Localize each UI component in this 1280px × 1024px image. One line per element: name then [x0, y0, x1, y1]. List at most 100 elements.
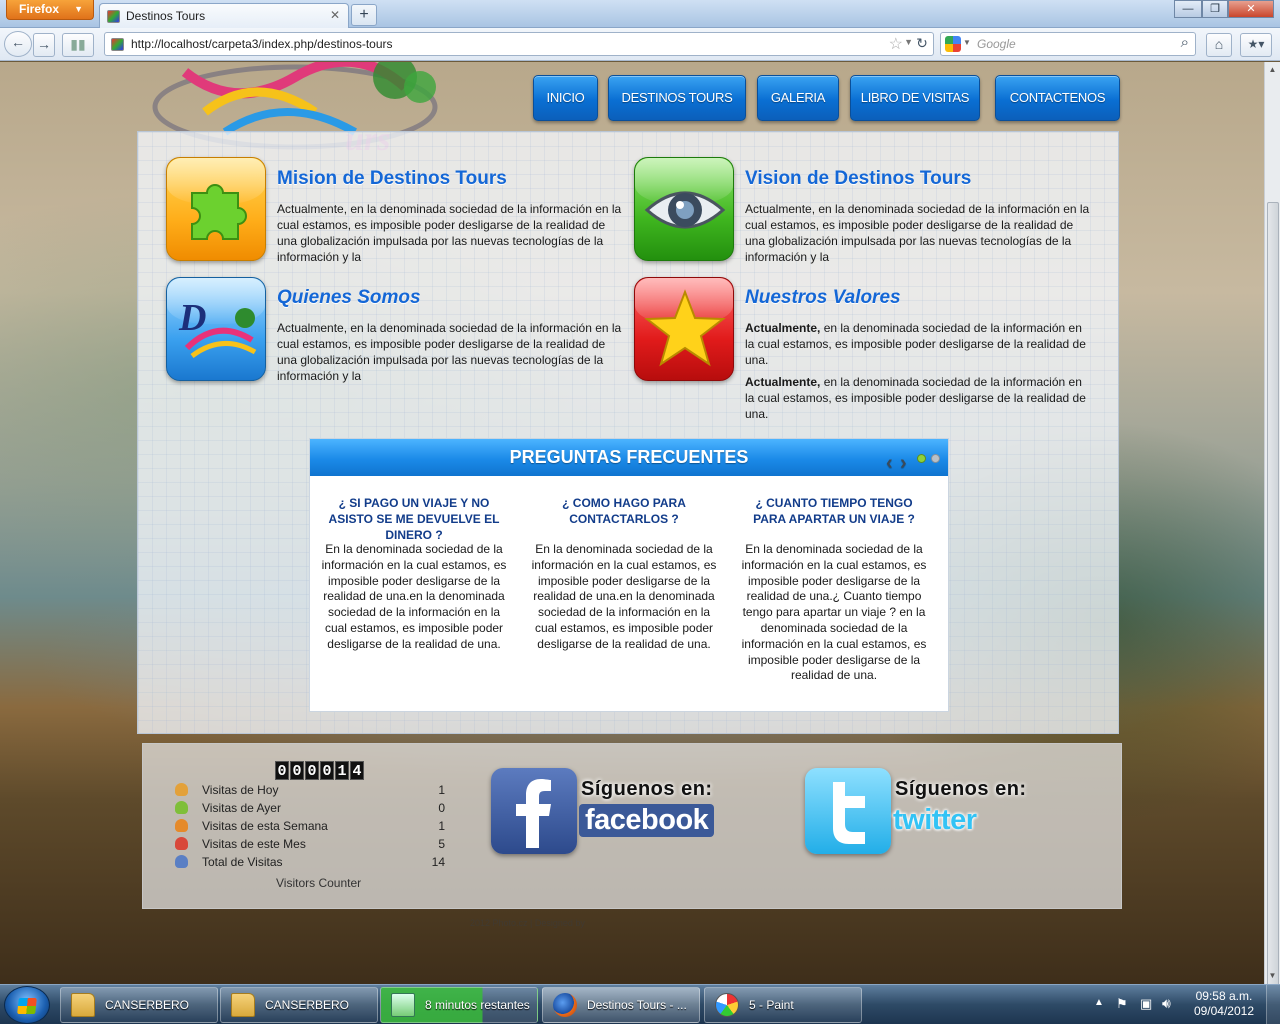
firefox-menu-button[interactable]: Firefox ▼ — [6, 0, 94, 20]
close-tab-icon[interactable]: ✕ — [330, 8, 340, 22]
visit-stat-row: Total de Visitas 14 — [175, 854, 445, 872]
windows-taskbar: CANSERBERO CANSERBERO 8 minutos restante… — [0, 984, 1280, 1024]
footer-panel: 000014 Visitas de Hoy 1 Visitas de Ayer 0 Vi… — [142, 743, 1122, 909]
twitter-icon — [805, 768, 891, 854]
chevron-down-icon[interactable]: ▼ — [963, 38, 971, 47]
counter-digit: 0 — [275, 761, 289, 780]
search-placeholder: Google — [977, 37, 1016, 51]
destinos-logo-icon: D — [166, 277, 266, 381]
twitter-follow-text: Síguenos en: — [895, 778, 1027, 800]
favicon-icon — [111, 38, 124, 51]
chevron-right-icon[interactable]: › — [900, 445, 907, 481]
forward-button[interactable]: → — [33, 33, 55, 57]
visit-stat-row: Visitas de Ayer 0 — [175, 800, 445, 818]
nav-contactenos[interactable]: CONTACTENOS — [995, 75, 1120, 121]
reload-icon[interactable]: ↻ — [911, 34, 933, 54]
facebook-follow-text: Síguenos en: — [581, 778, 713, 800]
back-button[interactable]: ← — [4, 31, 32, 57]
bookmarks-menu-icon[interactable]: ★▾ — [1240, 33, 1272, 57]
mision-text: Actualmente, en la denominada sociedad d… — [277, 202, 622, 264]
page-info-icon[interactable]: ▮▮ — [62, 33, 94, 57]
home-icon[interactable]: ⌂ — [1206, 33, 1232, 57]
vision-title: Vision de Destinos Tours — [745, 168, 972, 189]
taskbar-clock[interactable]: 09:58 a.m. 09/04/2012 — [1194, 989, 1254, 1019]
counter-digit: 0 — [320, 761, 334, 780]
user-icon — [175, 837, 188, 850]
taskbar-item-folder-1[interactable]: CANSERBERO — [60, 987, 218, 1023]
slide-dot-active[interactable] — [917, 454, 926, 463]
show-hidden-icons-icon[interactable]: ▲ — [1094, 997, 1104, 1008]
browser-tab[interactable]: Destinos Tours ✕ — [99, 3, 349, 28]
visit-stat-value: 5 — [438, 837, 445, 851]
faq-slider: PREGUNTAS FRECUENTES ‹ › ¿ SI PAGO UN VI… — [309, 438, 949, 712]
chevron-left-icon[interactable]: ‹ — [886, 445, 893, 481]
nav-inicio[interactable]: INICIO — [533, 75, 598, 121]
visit-stat-row: Visitas de Hoy 1 — [175, 782, 445, 800]
slide-dot[interactable] — [931, 454, 940, 463]
nav-galeria[interactable]: GALERIA — [757, 75, 839, 121]
search-input[interactable]: ▼ Google ⌕ — [940, 32, 1196, 56]
volume-icon[interactable]: 🔊︎ — [1162, 995, 1171, 1012]
facebook-brand-text: facebook — [579, 804, 715, 837]
visit-stat-value: 0 — [438, 801, 445, 815]
nav-destinos-tours[interactable]: DESTINOS TOURS — [608, 75, 746, 121]
system-tray: ▲ ⚑ ▣ 🔊︎ 09:58 a.m. 09/04/2012 — [1084, 985, 1280, 1024]
start-button[interactable] — [4, 986, 50, 1024]
taskbar-item-label: CANSERBERO — [105, 998, 190, 1012]
visit-stat-label: Visitas de este Mes — [202, 837, 306, 851]
eye-icon — [634, 157, 734, 261]
nav-libro-de-visitas[interactable]: LIBRO DE VISITAS — [850, 75, 980, 121]
maximize-button[interactable]: ❐ — [1202, 0, 1228, 18]
valores-p1-bold: Actualmente, — [745, 321, 821, 335]
close-window-button[interactable]: ✕ — [1228, 0, 1274, 18]
clock-time: 09:58 a.m. — [1195, 989, 1253, 1003]
url-bar[interactable]: http://localhost/carpeta3/index.php/dest… — [104, 32, 934, 56]
chevron-down-icon: ▼ — [74, 4, 83, 14]
bookmark-star-icon[interactable]: ☆ — [889, 34, 903, 54]
scroll-thumb[interactable] — [1267, 202, 1279, 1024]
visit-stat-label: Visitas de esta Semana — [202, 819, 328, 833]
scroll-down-icon[interactable]: ▼ — [1265, 968, 1280, 984]
favicon-icon — [107, 10, 120, 23]
taskbar-item-folder-2[interactable]: CANSERBERO — [220, 987, 378, 1023]
faq-title: PREGUNTAS FRECUENTES — [509, 447, 749, 467]
counter-digit: 4 — [350, 761, 364, 780]
scroll-up-icon[interactable]: ▲ — [1265, 62, 1280, 78]
faq-answer: En la denominada sociedad de la informac… — [531, 542, 717, 651]
taskbar-item-label: Destinos Tours - ... — [587, 998, 687, 1012]
twitter-follow-button[interactable]: Síguenos en: twitter — [795, 768, 1045, 858]
taskbar-item-firefox[interactable]: Destinos Tours - ... — [542, 987, 700, 1023]
faq-header: PREGUNTAS FRECUENTES ‹ › — [310, 439, 948, 476]
new-tab-button[interactable]: + — [351, 4, 377, 26]
valores-text: Actualmente, en la denominada sociedad d… — [745, 320, 1090, 428]
page-scrollbar[interactable]: ▲ ▼ — [1264, 62, 1280, 1024]
vision-text: Actualmente, en la denominada sociedad d… — [745, 202, 1090, 264]
browser-navbar: ← → ▮▮ http://localhost/carpeta3/index.p… — [0, 28, 1280, 61]
quienes-text: Actualmente, en la denominada sociedad d… — [277, 321, 622, 383]
show-desktop-button[interactable] — [1266, 985, 1280, 1024]
taskbar-item-label: 8 minutos restantes — [425, 998, 530, 1012]
faq-question: ¿ CUANTO TIEMPO TENGO PARA APARTAR UN VI… — [753, 496, 915, 526]
taskbar-item-paint[interactable]: 5 - Paint — [704, 987, 862, 1023]
faq-item: ¿ CUANTO TIEMPO TENGO PARA APARTAR UN VI… — [740, 495, 928, 684]
user-icon — [175, 819, 188, 832]
action-center-icon[interactable]: ⚑ — [1116, 996, 1128, 1012]
star-icon — [634, 277, 734, 381]
visit-stat-label: Visitas de Ayer — [202, 801, 281, 815]
faq-item: ¿ SI PAGO UN VIAJE Y NO ASISTO SE ME DEV… — [320, 495, 508, 653]
taskbar-item-copy-progress[interactable]: 8 minutos restantes — [380, 987, 538, 1023]
visit-stat-value: 1 — [438, 819, 445, 833]
firefox-icon — [553, 993, 577, 1017]
user-icon — [175, 801, 188, 814]
visitors-counter-link[interactable]: Visitors Counter — [276, 876, 361, 890]
minimize-button[interactable]: — — [1174, 0, 1202, 18]
search-icon[interactable]: ⌕ — [1181, 34, 1189, 51]
windows-logo-icon — [17, 998, 37, 1014]
network-icon[interactable]: ▣ — [1140, 996, 1152, 1012]
counter-digit: 0 — [290, 761, 304, 780]
paint-icon — [715, 993, 739, 1017]
facebook-follow-button[interactable]: Síguenos en: facebook — [481, 768, 731, 858]
page-viewport: urs INICIO DESTINOS TOURS GALERIA LIBRO … — [0, 62, 1264, 984]
taskbar-item-label: CANSERBERO — [265, 998, 350, 1012]
valores-title: Nuestros Valores — [745, 287, 901, 308]
